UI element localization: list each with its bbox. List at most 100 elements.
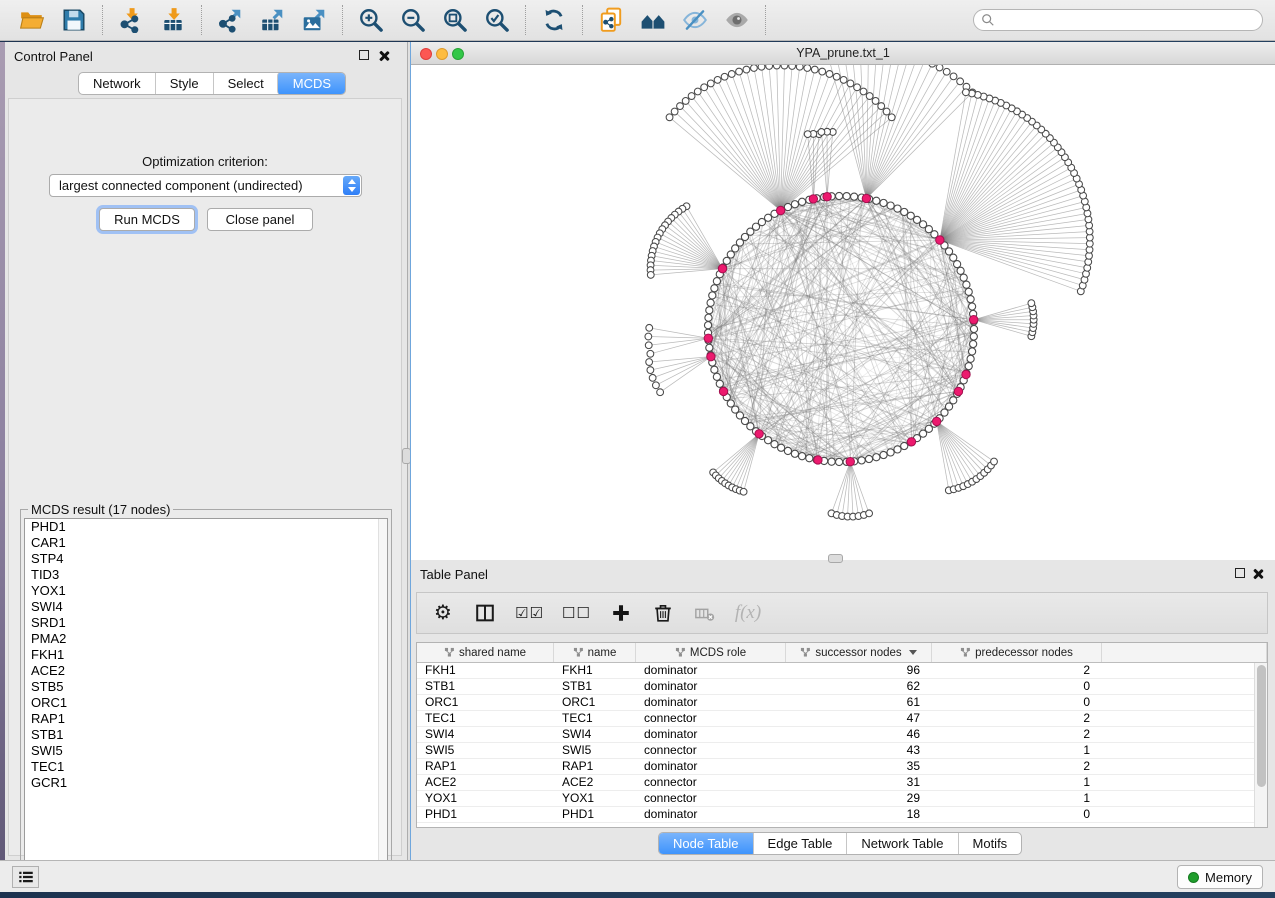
- table-cell[interactable]: 61: [786, 695, 932, 710]
- table-cell[interactable]: SWI4: [417, 727, 554, 742]
- mcds-result-item[interactable]: STB5: [25, 679, 387, 695]
- table-cell[interactable]: YOX1: [554, 791, 636, 806]
- close-panel-icon[interactable]: [1252, 568, 1263, 579]
- table-cell[interactable]: 0: [932, 695, 1102, 710]
- table-cell[interactable]: RAP1: [417, 759, 554, 774]
- import-table-icon[interactable]: [152, 5, 194, 35]
- zoom-selected-icon[interactable]: [476, 5, 518, 35]
- save-icon[interactable]: [53, 5, 95, 35]
- mcds-result-item[interactable]: GCR1: [25, 775, 387, 791]
- select-all-icon[interactable]: ☑☑: [515, 600, 544, 626]
- show-all-icon[interactable]: [716, 5, 758, 35]
- table-row[interactable]: TEC1TEC1connector472: [417, 711, 1267, 727]
- close-panel-icon[interactable]: [378, 50, 389, 61]
- table-cell[interactable]: 18: [786, 807, 932, 822]
- horizontal-splitter-handle[interactable]: [828, 554, 843, 563]
- mcds-result-item[interactable]: STP4: [25, 551, 387, 567]
- table-row[interactable]: RAP1RAP1dominator352: [417, 759, 1267, 775]
- gear-icon[interactable]: ⚙: [431, 600, 455, 626]
- table-cell[interactable]: ACE2: [554, 775, 636, 790]
- export-image-icon[interactable]: [293, 5, 335, 35]
- table-cell[interactable]: dominator: [636, 663, 786, 678]
- table-cell[interactable]: PHD1: [554, 807, 636, 822]
- table-cell[interactable]: 29: [786, 791, 932, 806]
- table-cell[interactable]: FKH1: [417, 663, 554, 678]
- table-cell[interactable]: dominator: [636, 759, 786, 774]
- table-cell[interactable]: dominator: [636, 695, 786, 710]
- table-cell[interactable]: dominator: [636, 807, 786, 822]
- table-cell[interactable]: YOX1: [417, 791, 554, 806]
- table-cell[interactable]: SWI5: [554, 743, 636, 758]
- table-cell[interactable]: SWI5: [417, 743, 554, 758]
- tab-node-table[interactable]: Node Table: [658, 832, 754, 855]
- table-cell[interactable]: 2: [932, 759, 1102, 774]
- tab-mcds[interactable]: MCDS: [277, 72, 346, 95]
- column-header-shared-name[interactable]: shared name: [417, 643, 554, 662]
- mcds-result-item[interactable]: ACE2: [25, 663, 387, 679]
- column-header-successor-nodes[interactable]: successor nodes: [786, 643, 932, 662]
- memory-button[interactable]: Memory: [1177, 865, 1263, 889]
- import-network-icon[interactable]: [110, 5, 152, 35]
- clone-network-icon[interactable]: [590, 5, 632, 35]
- tab-network[interactable]: Network: [79, 73, 155, 94]
- mcds-result-item[interactable]: TEC1: [25, 759, 387, 775]
- tab-network-table[interactable]: Network Table: [846, 833, 957, 854]
- table-cell[interactable]: 31: [786, 775, 932, 790]
- mcds-result-item[interactable]: PMA2: [25, 631, 387, 647]
- table-cell[interactable]: 1: [932, 775, 1102, 790]
- table-cell[interactable]: 0: [932, 807, 1102, 822]
- table-cell[interactable]: FKH1: [554, 663, 636, 678]
- mcds-result-item[interactable]: TID3: [25, 567, 387, 583]
- table-row[interactable]: YOX1YOX1connector291: [417, 791, 1267, 807]
- table-cell[interactable]: 46: [786, 727, 932, 742]
- mcds-result-item[interactable]: ORC1: [25, 695, 387, 711]
- table-cell[interactable]: PHD1: [417, 807, 554, 822]
- table-cell[interactable]: SWI4: [554, 727, 636, 742]
- tab-motifs[interactable]: Motifs: [958, 833, 1022, 854]
- table-row[interactable]: SWI4SWI4dominator462: [417, 727, 1267, 743]
- mcds-result-item[interactable]: SRD1: [25, 615, 387, 631]
- table-cell[interactable]: ACE2: [417, 775, 554, 790]
- table-cell[interactable]: dominator: [636, 679, 786, 694]
- mcds-result-item[interactable]: YOX1: [25, 583, 387, 599]
- mcds-result-item[interactable]: CAR1: [25, 535, 387, 551]
- mcds-result-item[interactable]: SWI5: [25, 743, 387, 759]
- table-cell[interactable]: RAP1: [554, 759, 636, 774]
- tab-edge-table[interactable]: Edge Table: [753, 833, 847, 854]
- add-icon[interactable]: [609, 600, 633, 626]
- mcds-result-item[interactable]: PHD1: [25, 519, 387, 535]
- refresh-layout-icon[interactable]: [533, 5, 575, 35]
- table-row[interactable]: STB1STB1dominator620: [417, 679, 1267, 695]
- float-panel-icon[interactable]: [359, 50, 369, 60]
- hide-selected-icon[interactable]: [674, 5, 716, 35]
- table-cell[interactable]: ORC1: [554, 695, 636, 710]
- float-panel-icon[interactable]: [1235, 568, 1245, 578]
- table-cell[interactable]: 35: [786, 759, 932, 774]
- node-table[interactable]: shared namenameMCDS rolesuccessor nodesp…: [416, 642, 1268, 828]
- table-cell[interactable]: 1: [932, 791, 1102, 806]
- table-cell[interactable]: 1: [932, 743, 1102, 758]
- zoom-out-icon[interactable]: [392, 5, 434, 35]
- mcds-result-item[interactable]: RAP1: [25, 711, 387, 727]
- table-cell[interactable]: dominator: [636, 727, 786, 742]
- table-cell[interactable]: 2: [932, 663, 1102, 678]
- table-cell[interactable]: connector: [636, 743, 786, 758]
- mcds-result-list[interactable]: PHD1CAR1STP4TID3YOX1SWI4SRD1PMA2FKH1ACE2…: [24, 518, 388, 875]
- table-cell[interactable]: TEC1: [554, 711, 636, 726]
- table-cell[interactable]: 47: [786, 711, 932, 726]
- table-row[interactable]: PHD1PHD1dominator180: [417, 807, 1267, 823]
- table-cell[interactable]: 0: [932, 679, 1102, 694]
- table-cell[interactable]: STB1: [554, 679, 636, 694]
- split-columns-icon[interactable]: [473, 600, 497, 626]
- table-row[interactable]: FKH1FKH1dominator962: [417, 663, 1267, 679]
- table-cell[interactable]: connector: [636, 711, 786, 726]
- table-cell[interactable]: 43: [786, 743, 932, 758]
- table-scrollbar-thumb[interactable]: [1257, 665, 1266, 787]
- mcds-result-item[interactable]: FKH1: [25, 647, 387, 663]
- zoom-fit-icon[interactable]: [434, 5, 476, 35]
- table-cell[interactable]: STB1: [417, 679, 554, 694]
- table-cell[interactable]: 96: [786, 663, 932, 678]
- tab-style[interactable]: Style: [155, 73, 213, 94]
- open-folder-icon[interactable]: [11, 5, 53, 35]
- delete-icon[interactable]: [651, 600, 675, 626]
